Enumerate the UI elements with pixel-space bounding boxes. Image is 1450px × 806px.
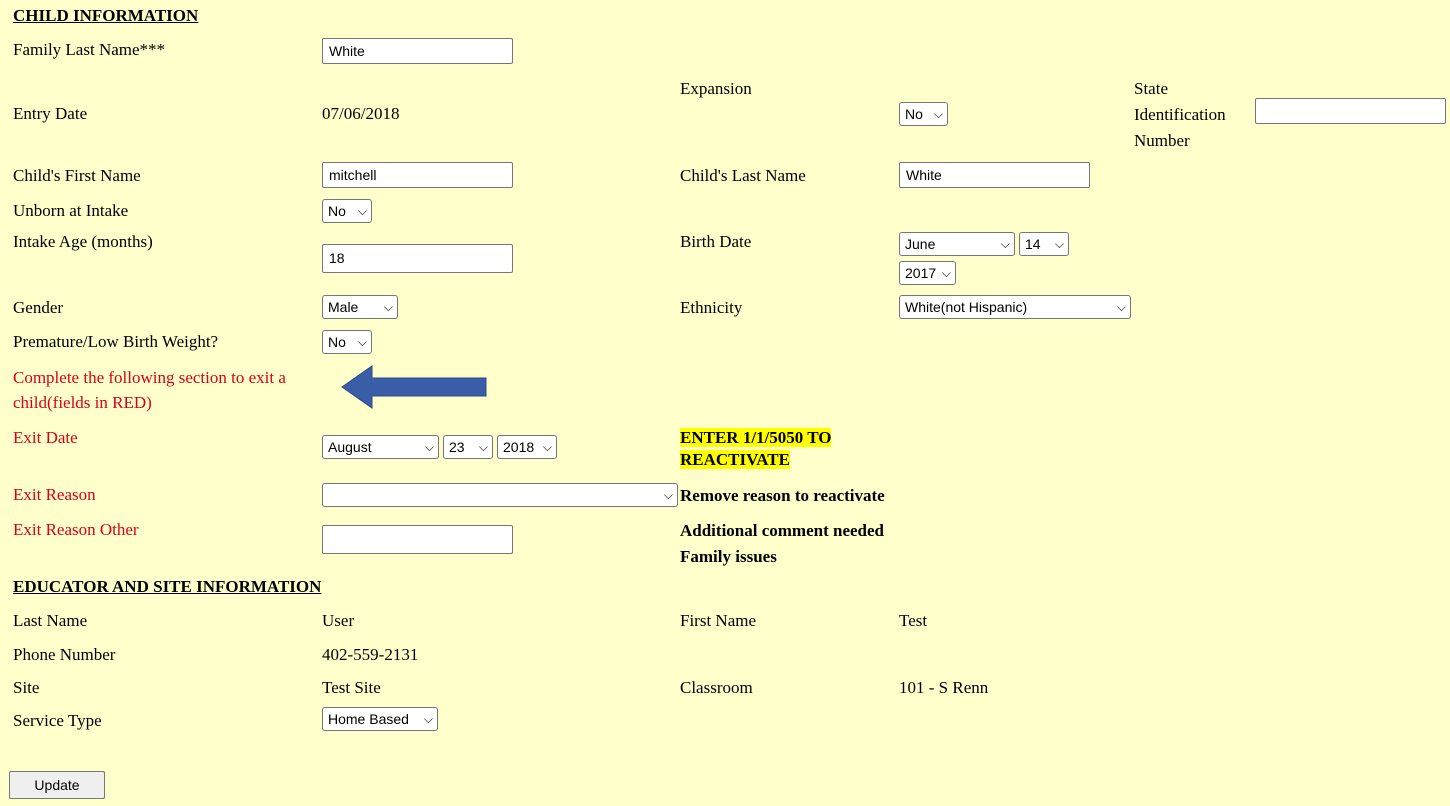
chevron-down-icon: ⌵: [542, 440, 552, 454]
exit-date-label: Exit Date: [13, 428, 78, 447]
entry-date-value: 07/06/2018: [322, 104, 400, 123]
entry-date-label: Entry Date: [13, 104, 88, 123]
exit-month-value: August: [328, 439, 372, 455]
exit-instruction-line-2: child(fields in RED): [13, 393, 152, 412]
educator-last-name-label: Last Name: [13, 611, 88, 630]
exit-day-value: 23: [449, 439, 465, 455]
exit-reason-label: Exit Reason: [13, 485, 96, 504]
exit-month-select[interactable]: August ⌵: [322, 435, 439, 459]
gender-select-value: Male: [328, 299, 359, 315]
chevron-down-icon: ⌵: [663, 488, 673, 502]
chevron-down-icon: ⌵: [478, 440, 488, 454]
state-id-label-line-2: Identification: [1134, 105, 1226, 124]
service-type-label: Service Type: [13, 711, 102, 730]
site-value: Test Site: [322, 678, 381, 697]
reactivate-note: ENTER 1/1/5050 TO REACTIVATE: [680, 427, 832, 471]
service-type-select[interactable]: Home Based ⌵: [322, 707, 438, 731]
additional-comment-note: Additional comment needed: [680, 521, 884, 540]
chevron-down-icon: ⌵: [1054, 237, 1064, 251]
exit-reason-other-label: Exit Reason Other: [13, 520, 139, 539]
exit-reason-select[interactable]: ⌵: [322, 483, 678, 507]
chevron-down-icon: ⌵: [1116, 300, 1126, 314]
classroom-label: Classroom: [680, 678, 753, 697]
birth-day-value: 14: [1025, 236, 1041, 252]
child-first-name-label: Child's First Name: [13, 166, 141, 185]
update-button[interactable]: Update: [9, 771, 105, 799]
remove-reason-note: Remove reason to reactivate: [680, 486, 885, 505]
chevron-down-icon: ⌵: [933, 107, 943, 121]
reactivate-note-line-1: ENTER 1/1/5050 TO: [680, 428, 832, 447]
service-type-select-value: Home Based: [328, 711, 409, 727]
expansion-select[interactable]: No ⌵: [899, 102, 948, 126]
unborn-select-value: No: [328, 203, 346, 219]
chevron-down-icon: ⌵: [357, 335, 367, 349]
exit-day-select[interactable]: 23 ⌵: [443, 435, 493, 459]
expansion-label: Expansion: [680, 79, 752, 98]
reactivate-note-line-2: REACTIVATE: [680, 450, 790, 469]
exit-reason-other-input[interactable]: [322, 525, 513, 554]
gender-select[interactable]: Male ⌵: [322, 295, 398, 319]
birth-date-label: Birth Date: [680, 232, 752, 251]
state-id-label-line-1: State: [1134, 79, 1168, 98]
expansion-select-value: No: [905, 106, 923, 122]
birth-month-select[interactable]: June ⌵: [899, 232, 1015, 256]
family-last-name-input[interactable]: White: [322, 38, 513, 64]
unborn-label: Unborn at Intake: [13, 201, 129, 220]
educator-first-name-label: First Name: [680, 611, 757, 630]
ethnicity-label: Ethnicity: [680, 298, 743, 317]
birth-year-select[interactable]: 2017 ⌵: [899, 261, 956, 285]
exit-instruction-line-1: Complete the following section to exit a: [13, 368, 286, 387]
family-issues-note: Family issues: [680, 547, 777, 566]
state-id-label-line-3: Number: [1134, 131, 1190, 150]
chevron-down-icon: ⌵: [383, 300, 393, 314]
chevron-down-icon: ⌵: [357, 204, 367, 218]
family-last-name-label: Family Last Name***: [13, 40, 166, 59]
premature-select-value: No: [328, 334, 346, 350]
exit-year-select[interactable]: 2018 ⌵: [497, 435, 557, 459]
arrow-left-icon: [341, 365, 487, 409]
birth-year-value: 2017: [905, 265, 937, 281]
premature-label: Premature/Low Birth Weight?: [13, 332, 219, 351]
phone-number-label: Phone Number: [13, 645, 116, 664]
birth-day-select[interactable]: 14 ⌵: [1019, 232, 1069, 256]
child-first-name-input[interactable]: mitchell: [322, 162, 513, 188]
intake-age-label: Intake Age (months): [13, 232, 153, 251]
intake-age-input[interactable]: 18: [322, 244, 513, 273]
child-information-heading: CHILD INFORMATION: [13, 6, 199, 25]
educator-site-heading: EDUCATOR AND SITE INFORMATION: [13, 577, 322, 596]
educator-last-name-value: User: [322, 611, 355, 630]
phone-number-value: 402-559-2131: [322, 645, 419, 664]
chevron-down-icon: ⌵: [1000, 237, 1010, 251]
educator-first-name-value: Test: [899, 611, 928, 630]
gender-label: Gender: [13, 298, 64, 317]
ethnicity-select[interactable]: White(not Hispanic) ⌵: [899, 295, 1131, 319]
exit-year-value: 2018: [503, 439, 535, 455]
unborn-select[interactable]: No ⌵: [322, 199, 372, 223]
state-id-input[interactable]: [1255, 98, 1446, 124]
birth-month-value: June: [905, 236, 936, 252]
ethnicity-select-value: White(not Hispanic): [905, 299, 1028, 315]
classroom-value: 101 - S Renn: [899, 678, 989, 697]
child-last-name-label: Child's Last Name: [680, 166, 806, 185]
chevron-down-icon: ⌵: [424, 440, 434, 454]
child-last-name-input[interactable]: White: [899, 162, 1090, 188]
site-label: Site: [13, 678, 40, 697]
premature-select[interactable]: No ⌵: [322, 330, 372, 354]
chevron-down-icon: ⌵: [423, 712, 433, 726]
chevron-down-icon: ⌵: [941, 266, 951, 280]
